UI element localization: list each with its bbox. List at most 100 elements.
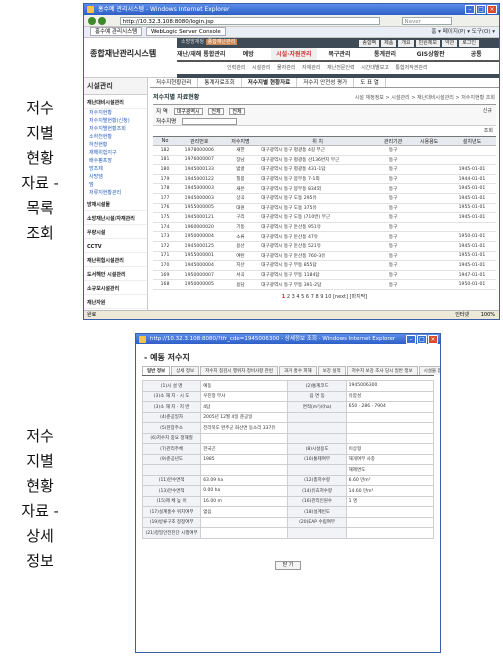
browser-tools[interactable]: 홈 ▾ 페이지(P) ▾ 도구(O) ▾ xyxy=(431,27,495,38)
browser-search-field[interactable]: Naver xyxy=(401,16,452,25)
leftnav-item[interactable]: 재난대비시설관리 xyxy=(84,98,147,109)
table-row[interactable]: 181 1976000007 장남 대구광역시 동구 평광동 산136번지 부근 동구 xyxy=(153,155,496,166)
menu-item[interactable]: 재난/재해 통합관리 xyxy=(177,48,225,60)
main-menu: 재난/재해 통합관리 예방 시설·자원관리 복구관리 통계관리 GIS상황판 공… xyxy=(177,48,499,62)
content-tab[interactable]: 통계자료조회 xyxy=(198,78,242,87)
leftnav-item[interactable]: 저수지별현황조회 xyxy=(84,125,147,133)
search-button[interactable]: 조회 xyxy=(484,128,493,134)
menu-item-active[interactable]: 시설·자원관리 xyxy=(271,48,317,60)
table-row[interactable]: 179 1945000122 칠봉 대구광역시 동구 봉무동 7-1외 동구 1944-0… xyxy=(153,174,496,185)
content-tab[interactable]: 저수지현황관리 xyxy=(150,78,199,87)
menu-item[interactable]: 예방 xyxy=(225,48,271,60)
submenu-item[interactable]: 물자관리 xyxy=(277,65,295,71)
submenu-item[interactable]: 인력관리 xyxy=(227,65,245,71)
detail-tab[interactable]: 과거 홍수 피해 xyxy=(278,366,317,375)
table-row[interactable]: 170 1945000004 지산 대구광역시 동구 부동 855답 동구 1945-01… xyxy=(153,260,496,271)
leftnav-item[interactable]: 방조제 xyxy=(84,165,147,173)
table-row[interactable]: 169 1950000007 서곡 대구광역시 동구 부동 1184답 동구 1947-0… xyxy=(153,270,496,281)
submenu-item[interactable]: 시설관리 xyxy=(252,65,270,71)
leftnav-item[interactable]: 소방재난시설/자재관리 xyxy=(84,214,147,225)
table-row[interactable]: 177 1945000003 상곡 대구광역시 동구 도동 295유 동구 1945-01… xyxy=(153,193,496,204)
submenu-item[interactable]: 자재관리 xyxy=(302,65,320,71)
top-link[interactable]: 민원제보 xyxy=(415,40,440,47)
leftnav-item[interactable]: 저수지별현황(신청) xyxy=(84,117,147,125)
column-header[interactable]: 관리번호 xyxy=(177,136,222,146)
leftnav-item[interactable]: CCTV xyxy=(84,242,147,253)
table-row[interactable]: 182 1978000006 새한 대구광역시 동구 평광동 4길 부근 동구 xyxy=(153,145,496,156)
table-row[interactable]: 178 1945000003 새은 대구광역시 동구 봉무동 834외 동구 1945-0… xyxy=(153,183,496,194)
column-header[interactable]: 시용용도 xyxy=(410,136,448,146)
back-icon[interactable] xyxy=(88,16,96,25)
column-header[interactable]: No xyxy=(153,136,177,146)
submenu-item[interactable]: 시간대별보고 xyxy=(361,65,389,71)
submenu-item[interactable]: 통합저작권관리 xyxy=(395,65,427,71)
column-header[interactable]: 설치년도 xyxy=(447,136,496,146)
url-field[interactable]: http://10.32.3.108:8080/login.jsp xyxy=(119,16,380,25)
page-links[interactable]: 2 3 4 5 6 7 8 9 10 [next] [마지막] xyxy=(287,294,367,300)
leftnav-item[interactable]: 하천현황 xyxy=(84,141,147,149)
reservoir-name-input[interactable] xyxy=(182,118,237,125)
zoom-level[interactable]: 100% xyxy=(481,311,495,319)
leftnav-item[interactable]: 재해위험지구 xyxy=(84,149,147,157)
top-link[interactable]: 개요 xyxy=(398,40,414,47)
leftnav-item[interactable]: 사방댐 xyxy=(84,173,147,181)
detail-tab[interactable]: 시설물 점검 결과 xyxy=(418,366,440,375)
column-header[interactable]: 관리기관 xyxy=(375,136,411,146)
page-current[interactable]: 1 xyxy=(282,294,285,300)
detail-tab-active[interactable]: 일반 정보 xyxy=(142,366,171,375)
region-town-select[interactable]: 전체 xyxy=(229,108,245,115)
minimize-icon[interactable]: – xyxy=(465,5,475,14)
forward-icon[interactable] xyxy=(98,16,106,25)
leftnav-item[interactable]: 저수지현황 xyxy=(84,109,147,117)
content-tab-active[interactable]: 저수지별 현황자료 xyxy=(241,78,298,87)
leftnav-item[interactable]: 소하천현황 xyxy=(84,133,147,141)
top-link[interactable]: 종합팩 xyxy=(359,40,380,47)
table-row[interactable]: 175 1945000121 구리 대구광역시 동구 도동 (710번) 부근 동구 19… xyxy=(153,212,496,223)
table-row[interactable]: 171 1955000001 여탄 대구광역시 동구 둔산동 760-3유 동구 1955… xyxy=(153,251,496,262)
detail-tab[interactable]: 보강 실적 xyxy=(317,366,346,375)
top-link[interactable]: 제품 xyxy=(381,40,397,47)
detail-tab[interactable]: 상세 정보 xyxy=(171,366,200,375)
table-row[interactable]: 174 1960000020 기동 대구광역시 동구 둔산동 951유 동구 xyxy=(153,222,496,233)
minimize-icon[interactable]: – xyxy=(406,335,416,344)
leftnav-item[interactable]: 재난위험시설관리 xyxy=(84,256,147,267)
app-logo[interactable]: 종합재난관리시스템 xyxy=(90,48,156,59)
leftnav-item[interactable]: 댐 xyxy=(84,181,147,189)
top-link[interactable]: 약관 xyxy=(441,40,458,47)
region-city-select[interactable]: 대구광역시 xyxy=(173,108,203,115)
submenu-item[interactable]: 재난전문인력 xyxy=(327,65,355,71)
leftnav-item[interactable]: 소규모시설관리 xyxy=(84,284,147,295)
menu-item[interactable]: GIS상황판 xyxy=(408,48,454,60)
content-tab[interactable]: 저수지 안전성 평가 xyxy=(297,78,355,87)
column-header[interactable]: 위 치 xyxy=(259,136,376,146)
detail-tab[interactable]: 저수지 보강 조사 당시 일반 정보 xyxy=(346,366,418,375)
content-tab[interactable]: 도 표 열 xyxy=(354,78,386,87)
leftnav-item[interactable]: 재난자원 xyxy=(84,298,147,309)
close-button[interactable]: 닫 기 xyxy=(275,560,301,570)
column-header[interactable]: 저수지명 xyxy=(221,136,260,146)
menu-item[interactable]: 통계관리 xyxy=(362,48,408,60)
leftnav-item[interactable]: 저류지현황관리 xyxy=(84,189,147,197)
table-row[interactable]: 176 1955000005 대원 대구광역시 동구 도동 375유 동구 1955-01… xyxy=(153,203,496,214)
leftnav-item[interactable]: 도서해안 시설관리 xyxy=(84,270,147,281)
maximize-icon[interactable]: □ xyxy=(476,5,486,14)
browser-tab[interactable]: 홍수예 관리시스템 xyxy=(90,27,143,36)
menu-item[interactable]: 공통 xyxy=(453,48,499,60)
leftnav-item[interactable]: 배수펌프장 xyxy=(84,157,147,165)
close-icon[interactable]: × xyxy=(428,335,438,344)
table-row[interactable]: 180 1945000133 밤골 대구광역시 동구 평광동 431-1답 동구 1945… xyxy=(153,164,496,175)
menu-item[interactable]: 복구관리 xyxy=(317,48,363,60)
table-row[interactable]: 168 1950000005 용담 대구광역시 동구 부동 391-2답 동구 1950-… xyxy=(153,279,496,290)
region-district-select[interactable]: 전체 xyxy=(208,108,224,115)
table-row[interactable]: 173 1950000004 소류 대구광역시 동구 둔산동 47유 동구 1950-01… xyxy=(153,231,496,242)
new-button[interactable]: 신규 xyxy=(483,107,492,114)
close-icon[interactable]: × xyxy=(487,5,497,14)
table-row[interactable]: 172 1945000125 용산 대구광역시 동구 둔산동 521유 동구 1945-0… xyxy=(153,241,496,252)
maximize-icon[interactable]: □ xyxy=(417,335,427,344)
detail-tab[interactable]: 저수지 점검시 행위자 정비사항 관련 xyxy=(200,366,278,375)
leftnav-item[interactable]: 방재시설물 xyxy=(84,200,147,211)
top-link[interactable]: 로그인 xyxy=(459,40,479,47)
table-cell: 동구 xyxy=(375,183,411,194)
leftnav-item[interactable]: 우량시설 xyxy=(84,228,147,239)
browser-tab[interactable]: WebLogic Server Console xyxy=(145,27,226,36)
